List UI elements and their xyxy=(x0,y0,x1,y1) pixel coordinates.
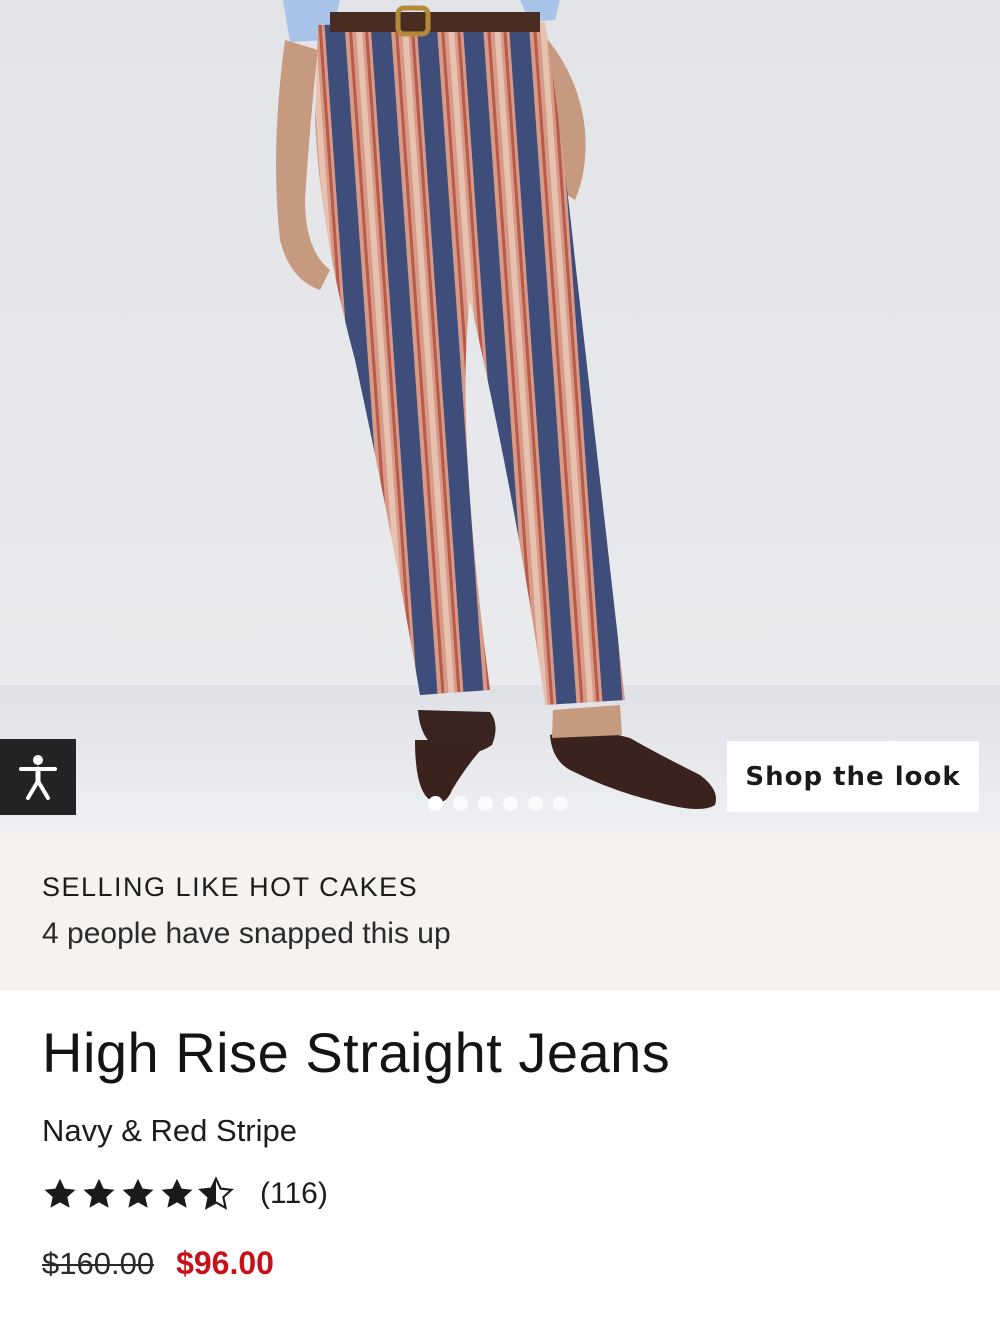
accessibility-person-icon xyxy=(19,755,57,800)
accessibility-button[interactable] xyxy=(0,739,76,815)
review-count[interactable]: (116) xyxy=(260,1177,328,1211)
carousel-dot[interactable] xyxy=(553,796,568,811)
carousel-pagination xyxy=(428,796,568,811)
carousel-dot[interactable] xyxy=(528,796,543,811)
carousel-dot[interactable] xyxy=(453,796,468,811)
social-proof-banner xyxy=(0,833,1000,990)
star-filled-icon xyxy=(122,1178,154,1208)
rating-stars xyxy=(42,1176,234,1212)
social-proof-title: SELLING LIKE HOT CAKES xyxy=(42,872,419,902)
carousel-dot[interactable] xyxy=(503,796,518,811)
price-block: $160.00 $96.00 xyxy=(42,1245,274,1282)
carousel-dot[interactable] xyxy=(428,796,443,811)
original-price: $160.00 xyxy=(42,1246,155,1281)
product-color-name: Navy & Red Stripe xyxy=(42,1113,297,1148)
star-half-icon xyxy=(198,1176,234,1210)
product-image-carousel[interactable]: Shop the look xyxy=(0,0,1000,833)
product-rating[interactable]: (116) xyxy=(42,1176,328,1212)
shop-the-look-button[interactable]: Shop the look xyxy=(727,741,979,812)
carousel-dot[interactable] xyxy=(478,796,493,811)
star-filled-icon xyxy=(161,1178,193,1208)
product-title: High Rise Straight Jeans xyxy=(42,1021,671,1084)
social-proof-subtitle: 4 people have snapped this up xyxy=(42,917,451,950)
star-filled-icon xyxy=(83,1178,115,1208)
sale-price: $96.00 xyxy=(176,1245,274,1281)
star-filled-icon xyxy=(44,1178,76,1208)
product-photo xyxy=(276,0,716,809)
